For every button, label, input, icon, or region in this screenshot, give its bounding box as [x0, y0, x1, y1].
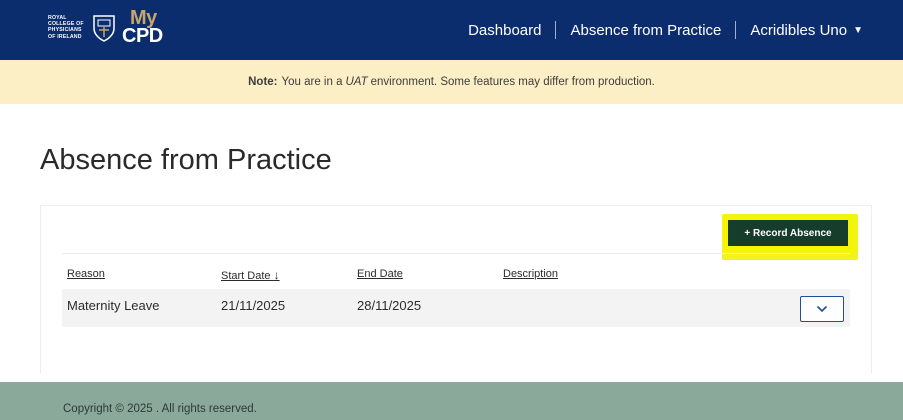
row-end-date: 28/11/2025: [357, 298, 422, 313]
page-title: Absence from Practice: [40, 144, 332, 176]
environment-notice-banner: Note: You are in a UAT environment. Some…: [0, 60, 903, 104]
table-row[interactable]: [62, 289, 850, 327]
college-name-logo-text: ROYAL COLLEGE OF PHYSICIANS OF IRELAND: [48, 15, 84, 40]
user-name: Acridibles Uno: [750, 21, 848, 39]
nav-absence-link[interactable]: Absence from Practice: [570, 22, 721, 39]
row-expand-button[interactable]: [800, 296, 844, 322]
row-reason: Maternity Leave: [67, 298, 160, 313]
notice-text-before: You are in a: [281, 76, 343, 88]
nav-divider: [735, 21, 737, 39]
logo-cpd-text: CPD: [122, 25, 163, 47]
user-menu[interactable]: Acridibles Uno ▼: [750, 22, 863, 39]
nav-divider: [555, 21, 557, 39]
start-date-header-label: Start Date: [221, 270, 271, 282]
column-header-start-date[interactable]: Start Date ↓: [221, 268, 280, 282]
mycpd-logo[interactable]: ROYAL COLLEGE OF PHYSICIANS OF IRELAND My C…: [48, 7, 178, 47]
caret-down-icon: ▼: [853, 24, 863, 36]
record-absence-button[interactable]: + Record Absence: [728, 220, 848, 246]
nav-dashboard-link[interactable]: Dashboard: [468, 22, 541, 39]
column-header-reason[interactable]: Reason: [67, 268, 105, 280]
card-divider: [62, 253, 850, 254]
column-header-end-date[interactable]: End Date: [357, 268, 403, 280]
chevron-down-icon: [816, 305, 828, 313]
column-header-description[interactable]: Description: [503, 268, 558, 280]
row-start-date: 21/11/2025: [221, 298, 286, 313]
main-nav: Dashboard Absence from Practice Acridibl…: [468, 0, 863, 60]
top-navbar: ROYAL COLLEGE OF PHYSICIANS OF IRELAND My C…: [0, 0, 903, 60]
footer-copyright: Copyright © 2025 . All rights reserved.: [63, 403, 257, 415]
crest-icon: [93, 15, 115, 42]
notice-env: UAT: [345, 76, 368, 88]
notice-label: Note:: [248, 76, 278, 88]
arrow-down-icon: ↓: [273, 268, 280, 282]
notice-text-after: environment. Some features may differ fr…: [370, 76, 655, 88]
